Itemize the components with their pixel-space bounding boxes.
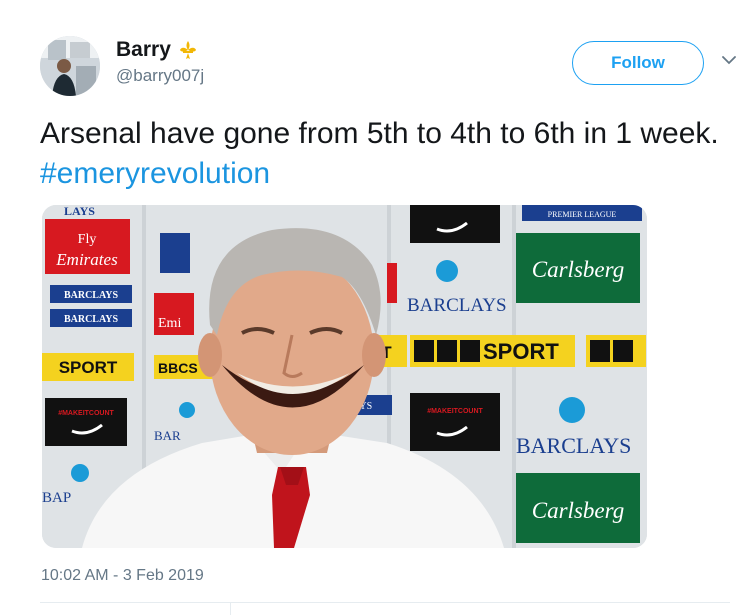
chevron-down-icon[interactable] [722, 55, 736, 65]
tweet-timestamp[interactable]: 10:02 AM - 3 Feb 2019 [41, 567, 204, 585]
board-text-sport-center: SPORT [483, 339, 559, 364]
board-text-makeitcount-right: #MAKEITCOUNT [427, 408, 483, 415]
author-avatar[interactable] [40, 36, 100, 96]
tweet-media-image[interactable]: LAYS Fly Emirates BARCLAYS BARCLAYS SPOR… [42, 205, 647, 548]
board-text-makeitcount-left: #MAKEITCOUNT [58, 410, 114, 417]
board-text-emi: Emi [158, 316, 181, 331]
board-text-bbcs: BBCS [158, 360, 198, 376]
tweet-text: Arsenal have gone from 5th to 4th to 6th… [40, 114, 730, 194]
board-text-carlsberg-2: Carlsberg [532, 498, 624, 523]
divider-tick [230, 602, 231, 615]
board-text-barclays-center: BARCLAYS [407, 295, 507, 316]
board-text-premier-league: PREMIER LEAGUE [548, 210, 617, 219]
divider [40, 602, 730, 603]
board-text-bar: BAR [154, 428, 181, 443]
board-text-sport-left: SPORT [59, 358, 118, 377]
board-text-fly: Fly [78, 232, 97, 247]
board-text-barclays-right: BARCLAYS [516, 433, 631, 458]
board-text-emirates: Emirates [55, 250, 118, 269]
tweet-text-body: Arsenal have gone from 5th to 4th to 6th… [40, 117, 719, 150]
board-text-bap: BAP [42, 490, 71, 506]
board-text-barclays-1: BARCLAYS [64, 290, 119, 301]
media-photo: LAYS Fly Emirates BARCLAYS BARCLAYS SPOR… [42, 205, 647, 548]
author-display-name[interactable]: Barry [116, 38, 171, 62]
fleur-de-lis-icon [179, 41, 196, 59]
board-text-lays-top: LAYS [64, 205, 95, 218]
follow-button[interactable]: Follow [572, 41, 704, 85]
author-handle[interactable]: @barry007j [116, 66, 204, 86]
board-text-barclays-2: BARCLAYS [64, 314, 119, 325]
avatar-photo-icon [40, 36, 100, 96]
board-text-carlsberg-1: Carlsberg [532, 257, 624, 282]
author-name-row[interactable]: Barry [116, 38, 199, 62]
hashtag-link[interactable]: #emeryrevolution [40, 157, 270, 190]
